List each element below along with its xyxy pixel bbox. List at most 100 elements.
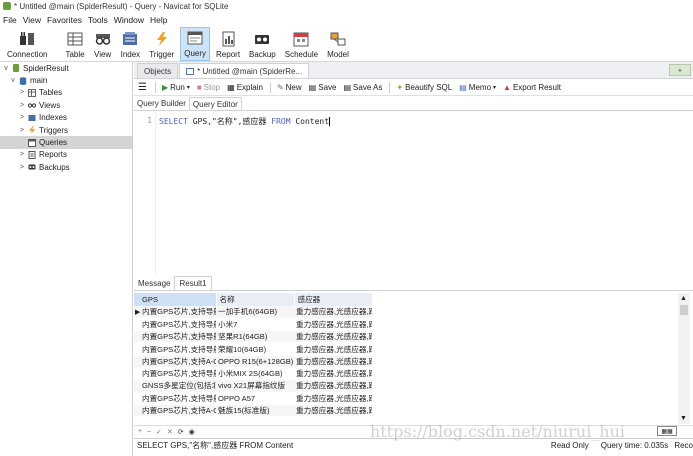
sql-code[interactable]: SELECT GPS,"名称",感应器 FROM Content xyxy=(159,116,331,127)
menu-favorites[interactable]: Favorites xyxy=(47,15,82,25)
tree-queries[interactable]: Queries xyxy=(0,136,132,149)
cell-name[interactable]: 荣耀10(64GB) xyxy=(216,342,294,356)
cell-sensor[interactable]: 重力感应器,光感应器,距离感应器 xyxy=(294,404,372,418)
cell-name[interactable]: vivo X21屏幕指纹版 xyxy=(216,379,294,393)
table-row[interactable]: ▶内置GPS芯片,支持导航 一加手机6(64GB) 重力感应器,光感应器,距离感… xyxy=(134,306,372,319)
stop-button[interactable]: ■ Stop xyxy=(197,83,220,92)
table-row[interactable]: GNSS多星定位(包括北斗) vivo X21屏幕指纹版 重力感应器,光感应器,… xyxy=(134,379,372,393)
index-button[interactable]: Index xyxy=(118,27,144,61)
cell-name[interactable]: OPPO R15(6+128GB) xyxy=(216,355,294,368)
table-row[interactable]: 内置GPS芯片,支持导航 小米MIX 2S(64GB) 重力感应器,光感应器,距… xyxy=(134,367,372,381)
chevron-up-icon[interactable]: ▲ xyxy=(680,295,687,302)
tab-query[interactable]: * Untitled @main (SpiderRe... xyxy=(179,63,310,78)
grid-vertical-scrollbar[interactable]: ▲ ▼ xyxy=(678,293,690,424)
query-button[interactable]: Query xyxy=(180,27,211,61)
scrollbar-thumb[interactable] xyxy=(680,305,688,315)
cell-sensor[interactable]: 重力感应器,光感应器,距离感应器 xyxy=(294,330,372,344)
chevron-right-icon[interactable]: > xyxy=(18,164,26,171)
cell-name[interactable]: OPPO A57 xyxy=(216,392,294,405)
table-button[interactable]: Table xyxy=(62,27,87,61)
trigger-button[interactable]: Trigger xyxy=(146,27,177,61)
table-row[interactable]: 内置GPS芯片,支持导航 OPPO A57 重力感应器,光感应器,距离感应器 xyxy=(134,392,372,405)
hamburger-menu-icon[interactable]: ☰ xyxy=(138,82,147,93)
cell-name[interactable]: 一加手机6(64GB) xyxy=(216,306,294,319)
sql-editor[interactable]: 1 SELECT GPS,"名称",感应器 FROM Content xyxy=(134,112,693,275)
export-result-button[interactable]: ▲ Export Result xyxy=(503,83,561,92)
cell-gps[interactable]: 内置GPS芯片,支持导航 xyxy=(134,392,216,405)
stop-icon[interactable]: ◉ xyxy=(189,428,195,436)
chevron-down-icon[interactable]: v xyxy=(2,65,10,72)
menu-file[interactable]: File xyxy=(3,15,17,25)
table-row[interactable]: 内置GPS芯片,支持导航 坚果R1(64GB) 重力感应器,光感应器,距离感应器 xyxy=(134,330,372,344)
cell-gps[interactable]: ▶ 内置GPS芯片,支持导航 xyxy=(134,306,216,319)
menu-window[interactable]: Window xyxy=(114,15,144,25)
beautify-sql-button[interactable]: ✦ Beautify SQL xyxy=(396,83,452,92)
chevron-right-icon[interactable]: > xyxy=(18,151,26,158)
cell-name[interactable]: 坚果R1(64GB) xyxy=(216,330,294,344)
chevron-right-icon[interactable]: > xyxy=(18,102,26,109)
grid-view-icon[interactable]: ▦▦ xyxy=(657,426,677,436)
report-button[interactable]: Report xyxy=(213,27,243,61)
table-row[interactable]: 内置GPS芯片,支持导航 小米7 重力感应器,光感应器,距离感应器 xyxy=(134,318,372,332)
tree-reports[interactable]: > Reports xyxy=(0,149,132,161)
chevron-down-icon[interactable]: v xyxy=(9,77,17,84)
table-row[interactable]: 内置GPS芯片,支持A-GPS OPPO R15(6+128GB) 重力感应器,… xyxy=(134,355,372,368)
tree-indexes[interactable]: > Indexes xyxy=(0,112,132,124)
cell-gps[interactable]: 内置GPS芯片,支持A-GPS xyxy=(134,355,216,368)
cell-name[interactable]: 小米7 xyxy=(216,318,294,332)
new-button[interactable]: ✎ New xyxy=(277,83,302,92)
menu-tools[interactable]: Tools xyxy=(88,15,108,25)
cell-sensor[interactable]: 重力感应器,光感应器,距离感应器 xyxy=(294,342,372,356)
schedule-button[interactable]: Schedule xyxy=(282,27,321,61)
chevron-right-icon[interactable]: > xyxy=(18,114,26,121)
tree-triggers[interactable]: > Triggers xyxy=(0,124,132,136)
tree-connection[interactable]: v SpiderResult xyxy=(0,62,132,74)
cell-sensor[interactable]: 重力感应器,光感应器,距离感应器 xyxy=(294,318,372,332)
table-row[interactable]: 内置GPS芯片,支持A-GPS 魅族15(标准版) 重力感应器,光感应器,距离感… xyxy=(134,404,372,418)
chevron-right-icon[interactable]: > xyxy=(18,89,26,96)
explain-button[interactable]: ▦ Explain xyxy=(227,83,263,92)
tab-query-builder[interactable]: Query Builder xyxy=(134,97,189,110)
chevron-down-icon[interactable]: ▼ xyxy=(680,415,687,422)
chevron-down-icon[interactable]: ▾ xyxy=(493,84,496,91)
save-as-button[interactable]: ▤ Save As xyxy=(343,83,382,92)
cell-name[interactable]: 魅族15(标准版) xyxy=(216,404,294,418)
tree-backups[interactable]: > Backups xyxy=(0,161,132,173)
tab-objects[interactable]: Objects xyxy=(137,63,179,78)
cell-gps[interactable]: 内置GPS芯片,支持A-GPS xyxy=(134,404,216,418)
cell-gps[interactable]: GNSS多星定位(包括北斗) xyxy=(134,379,216,393)
menu-view[interactable]: View xyxy=(23,15,41,25)
delete-record-icon[interactable]: – xyxy=(147,428,151,435)
cancel-icon[interactable]: ✕ xyxy=(167,428,173,436)
tree-views[interactable]: > Views xyxy=(0,99,132,111)
cell-sensor[interactable]: 重力感应器,光感应器,距离感应器 xyxy=(294,392,372,405)
chevron-right-icon[interactable]: > xyxy=(18,127,26,134)
tree-database[interactable]: v main xyxy=(0,74,132,86)
save-button[interactable]: ▤ Save xyxy=(309,83,337,92)
tab-query-editor[interactable]: Query Editor xyxy=(188,97,242,110)
tree-tables[interactable]: > Tables xyxy=(0,87,132,99)
cell-name[interactable]: 小米MIX 2S(64GB) xyxy=(216,367,294,381)
memo-button[interactable]: ▤ Memo ▾ xyxy=(459,83,496,92)
column-header-gps[interactable]: GPS xyxy=(134,293,217,306)
cell-gps[interactable]: 内置GPS芯片,支持导航 xyxy=(134,367,216,381)
column-header-sensor[interactable]: 感应器 xyxy=(294,293,373,306)
tab-result1[interactable]: Result1 xyxy=(174,276,212,290)
model-button[interactable]: Model xyxy=(324,27,352,61)
cell-sensor[interactable]: 重力感应器,光感应器,距离感应器 xyxy=(294,367,372,381)
cell-gps[interactable]: 内置GPS芯片,支持导航 xyxy=(134,318,216,332)
run-button[interactable]: ▶ Run ▾ xyxy=(162,83,190,92)
table-row[interactable]: 内置GPS芯片,支持导航 荣耀10(64GB) 重力感应器,光感应器,距离感应器 xyxy=(134,342,372,356)
add-tab-icon[interactable]: + xyxy=(669,64,691,76)
cell-sensor[interactable]: 重力感应器,光感应器,距离感应器 xyxy=(294,306,372,319)
column-header-name[interactable]: 名称 xyxy=(216,293,295,306)
add-record-icon[interactable]: + xyxy=(138,428,142,435)
menu-help[interactable]: Help xyxy=(150,15,167,25)
chevron-down-icon[interactable]: ▾ xyxy=(187,84,190,91)
refresh-icon[interactable]: ⟳ xyxy=(178,428,184,436)
backup-button[interactable]: Backup xyxy=(246,27,279,61)
cell-gps[interactable]: 内置GPS芯片,支持导航 xyxy=(134,342,216,356)
tab-message[interactable]: Message xyxy=(134,276,174,290)
cell-sensor[interactable]: 重力感应器,光感应器,距离感应器 xyxy=(294,379,372,393)
apply-icon[interactable]: ✓ xyxy=(156,428,162,436)
